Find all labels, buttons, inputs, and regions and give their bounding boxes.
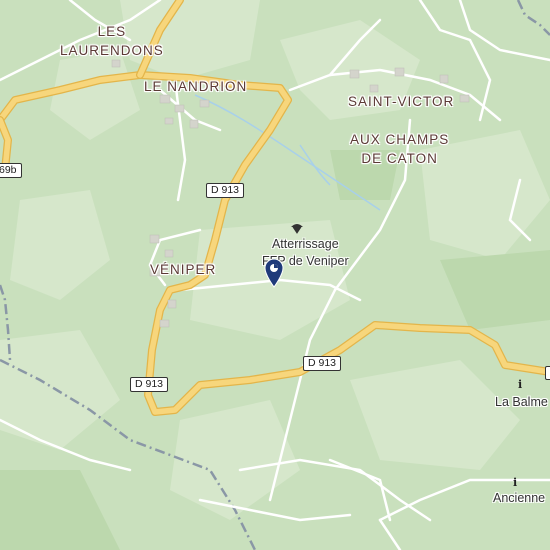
road-shield-d913: D 913	[130, 377, 169, 392]
poi-label-ancienne[interactable]: Ancienne	[493, 490, 545, 507]
info-icon[interactable]: i	[513, 476, 517, 489]
map-pin-icon[interactable]	[264, 258, 284, 288]
place-label-veniper: VÉNIPER	[150, 262, 217, 277]
place-label-aux-champs-de-caton: AUX CHAMPS DE CATON	[350, 132, 450, 166]
road-shield-edge-right	[545, 366, 550, 380]
place-label-les-laurendons: LES LAURENDONS	[60, 24, 164, 58]
road-shield-d913: D 913	[206, 183, 245, 198]
place-label-le-nandrion: LE NANDRION	[144, 79, 248, 94]
road-shield-edge: 69b	[0, 163, 22, 178]
place-label-saint-victor: SAINT-VICTOR	[348, 94, 455, 109]
poi-label-la-balme[interactable]: La Balme	[495, 394, 548, 411]
road-shield-d913: D 913	[303, 356, 342, 371]
paragliding-icon[interactable]	[290, 221, 304, 234]
info-icon[interactable]: i	[518, 378, 522, 391]
